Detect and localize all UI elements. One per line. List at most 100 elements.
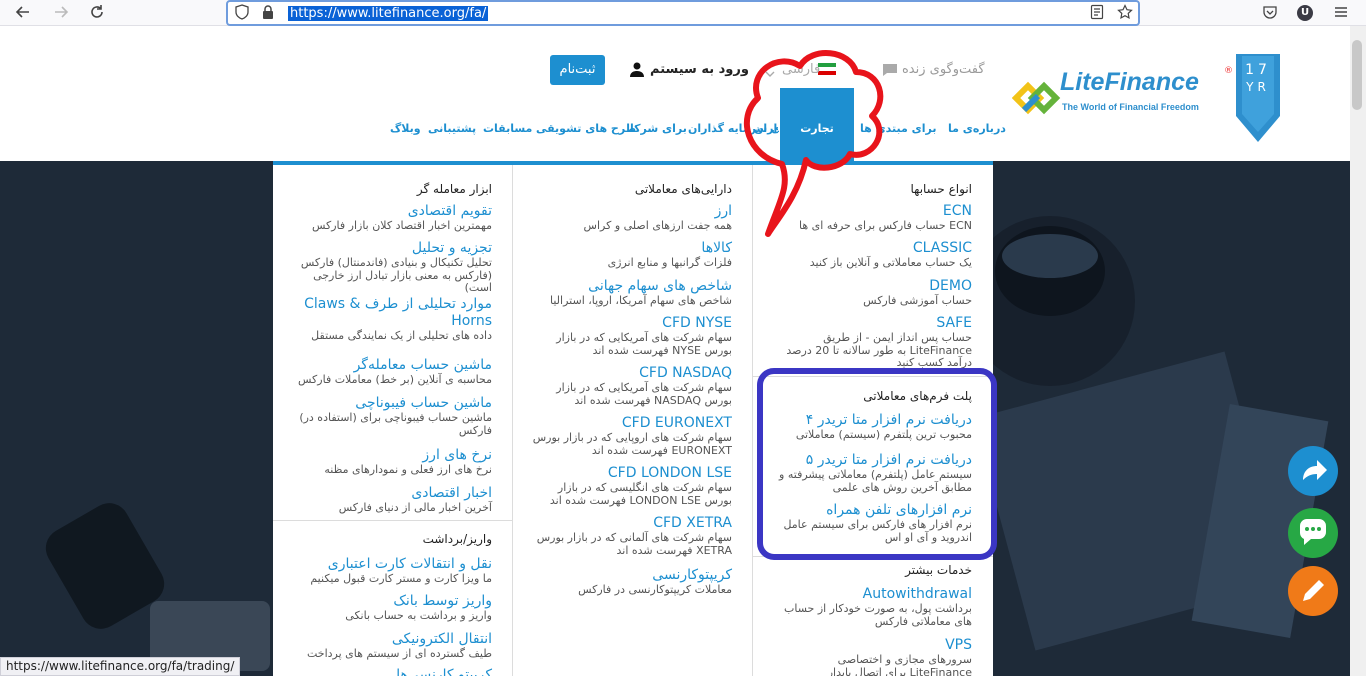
profile-avatar[interactable]: U (1297, 5, 1313, 21)
live-chat-link[interactable]: گفت‌وگوی زنده (902, 62, 985, 78)
tool-item[interactable]: ماشین حساب معامله‌گر محاسبه ی آنلاین (بر … (287, 357, 492, 387)
asset-item-title[interactable]: CFD NYSE (532, 315, 732, 332)
platform-item[interactable]: دریافت نرم افزار متا تریدر ۴ محبوب ترین پ… (772, 412, 972, 442)
service-item[interactable]: Autowithdrawal برداشت پول، به صورت خودکار… (772, 586, 972, 628)
asset-item[interactable]: CFD LONDON LSE سهام شرکت های انگلیسی که د… (532, 465, 732, 507)
tool-item[interactable]: تجزیه و تحلیل تحلیل تکنیکال و بنیادی (فان… (287, 240, 492, 295)
menu-partners[interactable]: برای شرکا (630, 122, 687, 136)
tool-item[interactable]: اخبار اقتصادی آخرین اخبار مالی از دنیای ف… (287, 485, 492, 515)
account-item[interactable]: ECN ECN حساب فارکس برای حرفه ای ها (772, 203, 972, 233)
chat-bubble-icon (1300, 519, 1326, 545)
asset-item-title[interactable]: CFD EURONEXT (532, 415, 732, 432)
register-button[interactable]: ثبت‌نام (550, 55, 605, 85)
tool-item-title[interactable]: موارد تحلیلی از طرف Claws & Horns (287, 296, 492, 330)
service-item-title[interactable]: Autowithdrawal (772, 586, 972, 603)
platform-item-title[interactable]: دریافت نرم افزار متا تریدر ۵ (772, 452, 972, 469)
deposit-item[interactable]: انتقال الکترونیکی طیف گسترده ای از سیستم … (287, 631, 492, 661)
account-item-title[interactable]: SAFE (772, 315, 972, 332)
platform-item-title[interactable]: نرم افزارهای تلفن همراه (772, 502, 972, 519)
forward-icon[interactable] (50, 3, 72, 23)
tool-item-title[interactable]: ماشین حساب فیبوناچی (287, 395, 492, 412)
asset-item-title[interactable]: CFD LONDON LSE (532, 465, 732, 482)
tool-item-title[interactable]: تقویم اقتصادی (287, 203, 492, 220)
asset-item[interactable]: کالاها فلزات گرانبها و منابع انرژی (532, 240, 732, 270)
account-item-title[interactable]: DEMO (772, 278, 972, 295)
tool-item-desc: محاسبه ی آنلاین (بر خط) معاملات فارکس (298, 373, 492, 386)
address-bar[interactable]: https://www.litefinance.org/fa/ (226, 0, 1140, 26)
tool-item-title[interactable]: ماشین حساب معامله‌گر (287, 357, 492, 374)
deposit-item[interactable]: واریز توسط بانک واریز و برداشت به حساب با… (287, 593, 492, 623)
asset-item-title[interactable]: CFD XETRA (532, 515, 732, 532)
tool-item[interactable]: تقویم اقتصادی مهمترین اخبار اقتصاد کلان ب… (287, 203, 492, 233)
service-item[interactable]: VPS سرورهای مجازی و اختصاصی LiteFinance ب… (772, 637, 972, 676)
reader-view-icon[interactable] (1088, 4, 1106, 22)
asset-item[interactable]: CFD XETRA سهام شرکت های آلمانی که در بازا… (532, 515, 732, 557)
account-item-title[interactable]: CLASSIC (772, 240, 972, 257)
tool-item-title[interactable]: تجزیه و تحلیل (287, 240, 492, 257)
platform-item[interactable]: دریافت نرم افزار متا تریدر ۵ سیستم عامل (… (772, 452, 972, 494)
back-icon[interactable] (12, 3, 34, 23)
litefinance-logo[interactable]: LiteFinance ® The World of Financial Fre… (1012, 66, 1233, 126)
services-title: خدمات بیشتر (905, 563, 972, 577)
chat-button[interactable] (1288, 508, 1338, 558)
menu-investors[interactable]: برای سرمایه گذاران (688, 122, 778, 136)
user-icon[interactable] (629, 61, 645, 77)
tool-item-desc: مهمترین اخبار اقتصاد کلان بازار فارکس (311, 219, 492, 232)
url-text[interactable]: https://www.litefinance.org/fa/ (288, 6, 489, 21)
tool-item[interactable]: ماشین حساب فیبوناچی ماشین حساب فیبوناچی ب… (287, 395, 492, 437)
chevron-down-icon[interactable] (765, 64, 775, 77)
asset-item[interactable]: کریپتوکارنسی معاملات کریپتوکارنسی در فارک… (532, 567, 732, 597)
menu-trading-active[interactable]: تجارت فارکس (780, 88, 854, 217)
pocket-icon[interactable] (1261, 4, 1279, 22)
account-item[interactable]: SAFE حساب پس انداز ایمن - از طریق LiteFin… (772, 315, 972, 370)
asset-item[interactable]: ارز همه جفت ارزهای اصلی و کراس (532, 203, 732, 233)
platform-item[interactable]: نرم افزارهای تلفن همراه نرم افزار های فار… (772, 502, 972, 544)
asset-item-title[interactable]: کالاها (532, 240, 732, 257)
login-link[interactable]: ورود به سیستم (650, 62, 749, 78)
asset-item-desc: شاخص های سهام آمریکا، اروپا، استرالیا (550, 294, 732, 307)
asset-item-title[interactable]: ارز (532, 203, 732, 220)
language-selector[interactable]: فارسی (782, 62, 820, 78)
deposit-item-title[interactable]: واریز توسط بانک (287, 593, 492, 610)
tool-item[interactable]: نرخ های ارز نرخ های ارز فعلی و نمودارهای … (287, 447, 492, 477)
asset-item[interactable]: CFD NYSE سهام شرکت های آمریکایی که در باز… (532, 315, 732, 357)
menu-beginners[interactable]: برای مبتدی ها (860, 122, 936, 136)
star-icon[interactable] (1116, 4, 1134, 22)
asset-item[interactable]: CFD NASDAQ سهام شرکت های آمریکایی که در ب… (532, 365, 732, 407)
assets-title: دارایی‌های معاملاتی (634, 182, 732, 196)
account-item[interactable]: DEMO حساب آموزشی فارکس (772, 278, 972, 308)
asset-item-title[interactable]: کریپتوکارنسی (532, 567, 732, 584)
scrollbar-thumb[interactable] (1352, 40, 1362, 110)
share-button[interactable] (1288, 446, 1338, 496)
deposit-item-title[interactable]: کریپتو کارنسی‌ها (287, 667, 492, 676)
deposit-item-title[interactable]: نقل و انتقالات کارت اعتباری (287, 556, 492, 573)
account-item[interactable]: CLASSIC یک حساب معاملاتی و آنلاین باز کنی… (772, 240, 972, 270)
menu-bonuses[interactable]: طرح های تشویقی (536, 122, 636, 136)
menu-support[interactable]: پشتیبانی (428, 122, 476, 136)
reload-icon[interactable] (86, 3, 108, 23)
edit-button[interactable] (1288, 566, 1338, 616)
tool-item-title[interactable]: اخبار اقتصادی (287, 485, 492, 502)
account-item-title[interactable]: ECN (772, 203, 972, 220)
service-item-desc: سرورهای مجازی و اختصاصی LiteFinance برای… (827, 653, 972, 676)
deposit-item-title[interactable]: انتقال الکترونیکی (287, 631, 492, 648)
page-scrollbar[interactable] (1350, 26, 1366, 676)
shield-icon[interactable] (233, 4, 251, 22)
tool-item[interactable]: موارد تحلیلی از طرف Claws & Horns داده ها… (287, 296, 492, 343)
hamburger-menu-icon[interactable] (1332, 4, 1350, 22)
asset-item-desc: معاملات کریپتوکارنسی در فارکس (578, 583, 732, 596)
menu-about[interactable]: درباره‌ی ما (948, 122, 1006, 136)
menu-contests[interactable]: مسابقات (483, 122, 532, 136)
asset-item[interactable]: شاخص های سهام جهانی شاخص های سهام آمریکا،… (532, 278, 732, 308)
asset-item[interactable]: CFD EURONEXT سهام شرکت های اروپایی که در … (532, 415, 732, 457)
asset-item-title[interactable]: شاخص های سهام جهانی (532, 278, 732, 295)
asset-item-title[interactable]: CFD NASDAQ (532, 365, 732, 382)
platform-item-title[interactable]: دریافت نرم افزار متا تریدر ۴ (772, 412, 972, 429)
deposit-item[interactable]: کریپتو کارنسی‌ها (287, 667, 492, 676)
service-item-title[interactable]: VPS (772, 637, 972, 654)
lock-icon[interactable] (259, 4, 277, 22)
deposit-item[interactable]: نقل و انتقالات کارت اعتباری ما ویزا کارت … (287, 556, 492, 586)
tool-item-title[interactable]: نرخ های ارز (287, 447, 492, 464)
menu-blog[interactable]: وبلاگ (390, 122, 421, 136)
account-item-desc: حساب آموزشی فارکس (863, 294, 972, 307)
